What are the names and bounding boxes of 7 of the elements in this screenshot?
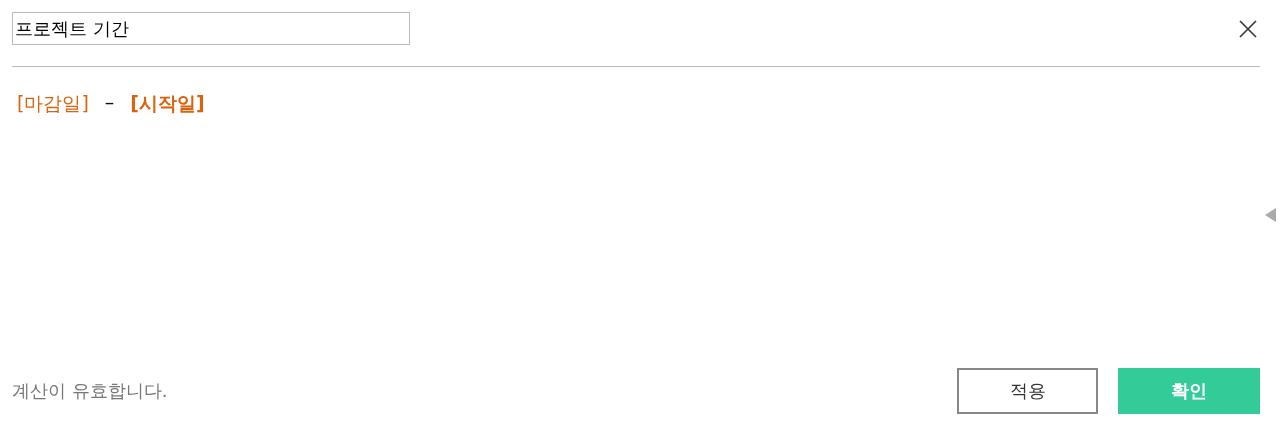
status-message: 계산이 유효합니다. — [12, 379, 169, 403]
close-icon[interactable] — [1239, 19, 1257, 38]
field-reference: [시작일] — [130, 91, 205, 116]
field-reference: [마감일] — [17, 91, 89, 116]
title-field[interactable]: 프로젝트 기간 — [12, 12, 410, 45]
operator: – — [104, 91, 115, 113]
apply-button[interactable]: 적용 — [957, 368, 1098, 414]
